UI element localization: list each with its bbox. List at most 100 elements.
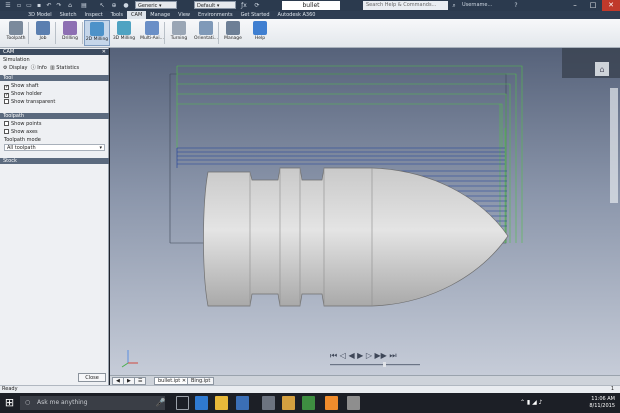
orientation-icon bbox=[199, 21, 213, 35]
app-icon-2[interactable] bbox=[282, 396, 295, 410]
file-explorer-icon[interactable] bbox=[215, 396, 228, 410]
toolpath-mode-select[interactable]: All toolpath ▾ bbox=[4, 144, 105, 151]
close-icon[interactable]: ✕ bbox=[602, 0, 620, 11]
ribbon-label: 3D Milling bbox=[112, 36, 136, 41]
maximize-icon[interactable]: □ bbox=[584, 0, 602, 11]
ribbon-label: Drilling bbox=[61, 36, 79, 41]
user-menu[interactable]: Username... bbox=[462, 1, 510, 10]
stock-section-header[interactable]: Stock bbox=[0, 158, 109, 164]
turning-button[interactable]: Turning bbox=[166, 20, 192, 46]
ribbon-separator bbox=[218, 22, 219, 44]
title-bar: ☰ ▫ ▭ ▪ ↶ ↷ ⌂ ▤ ↖ ⊕ ● Generic ▾ Default … bbox=[0, 0, 620, 11]
color-icon[interactable]: ● bbox=[122, 1, 130, 10]
tray-icons[interactable]: ⌃ ▮ ◢ ♪ bbox=[520, 396, 560, 410]
menu-item-view[interactable]: View bbox=[174, 11, 194, 19]
microphone-icon[interactable]: 🎤 bbox=[154, 396, 167, 410]
toolpath-button[interactable]: Toolpath bbox=[3, 20, 29, 46]
menu-item-tools[interactable]: Tools bbox=[107, 11, 127, 19]
appearance-dropdown[interactable]: Default ▾ bbox=[194, 1, 236, 9]
menu-item-manage[interactable]: Manage bbox=[146, 11, 174, 19]
3d-milling-button[interactable]: 3D Milling bbox=[111, 20, 137, 46]
show-axes-checkbox[interactable]: Show axes bbox=[4, 129, 38, 135]
update-icon[interactable]: ⟳ bbox=[253, 1, 261, 10]
ribbon-separator bbox=[164, 22, 165, 44]
taskbar: ⊞ ○ Ask me anything 🎤 ⌃ ▮ ◢ ♪ 11:06 AM 8… bbox=[0, 393, 620, 413]
workspace-value: Generic bbox=[138, 3, 158, 9]
ribbon-label: Orientati... bbox=[193, 36, 219, 41]
tab-bing[interactable]: Bing.ipt bbox=[187, 377, 215, 385]
tab-statistics[interactable]: ▥ Statistics bbox=[50, 65, 79, 71]
2d-milling-icon bbox=[90, 22, 104, 36]
tab-display[interactable]: ⚙ Display bbox=[3, 65, 28, 71]
tool-section-header[interactable]: Tool bbox=[0, 75, 109, 81]
view-cube bbox=[562, 48, 620, 78]
menu-item-autodesk-a360[interactable]: Autodesk A360 bbox=[274, 11, 320, 19]
taskbar-search-input[interactable]: ○ Ask me anything bbox=[20, 396, 165, 410]
panel-close-icon[interactable]: ✕ bbox=[102, 49, 106, 55]
workspace-dropdown[interactable]: Generic ▾ bbox=[135, 1, 177, 9]
multi-axis-button[interactable]: Multi-Axi... bbox=[139, 20, 165, 46]
show-points-checkbox[interactable]: Show points bbox=[4, 121, 41, 127]
app-icon-1[interactable] bbox=[262, 396, 275, 410]
playback-controls: ⏮ ◁ ◀ ▶ ▷ ▶▶ ⏭ bbox=[330, 351, 420, 367]
manage-button[interactable]: Manage bbox=[220, 20, 246, 46]
home-icon[interactable]: ⌂ bbox=[66, 1, 74, 10]
bullet-part bbox=[203, 167, 509, 307]
menu-item-sketch[interactable]: Sketch bbox=[56, 11, 81, 19]
cam-panel: CAM ✕ Simulation ⚙ Display ⓘ Info ▥ Stat… bbox=[0, 48, 109, 385]
tab-bullet[interactable]: bullet.ipt ✕ bbox=[154, 377, 191, 385]
clock-time: 11:06 AM bbox=[591, 396, 615, 402]
panel-header: CAM ✕ bbox=[0, 49, 109, 55]
select-icon[interactable]: ↖ bbox=[98, 1, 106, 10]
3d-viewport[interactable]: ⌂ ⏮ ◁ ◀ ▶ ▷ ▶▶ ⏭ bbox=[110, 48, 620, 375]
toolpath-section-header[interactable]: Toolpath bbox=[0, 113, 109, 119]
menu-item-get-started[interactable]: Get Started bbox=[237, 11, 274, 19]
2d-milling-button[interactable]: 2D Milling bbox=[84, 20, 110, 46]
window-controls: – □ ✕ bbox=[566, 0, 620, 11]
edge-icon[interactable] bbox=[195, 396, 208, 410]
status-page: 1 bbox=[610, 386, 614, 392]
help-search-input[interactable]: Search Help & Commands... bbox=[363, 1, 448, 10]
ribbon: Toolpath Job Drilling 2D Milling 3D Milling M… bbox=[0, 19, 620, 48]
new-icon[interactable]: ▫ bbox=[15, 1, 23, 10]
menu-bar: 3D Model Sketch Inspect Tools CAM Manage View E… bbox=[0, 11, 620, 19]
print-icon[interactable]: ▤ bbox=[80, 1, 88, 10]
formula-icon[interactable]: ƒx bbox=[240, 1, 248, 10]
ribbon-label: Help bbox=[254, 36, 266, 41]
app-icon-5[interactable] bbox=[347, 396, 360, 410]
ribbon-label: Multi-Axi... bbox=[140, 36, 164, 41]
open-icon[interactable]: ▭ bbox=[25, 1, 33, 10]
task-view-icon[interactable] bbox=[176, 396, 189, 410]
menu-item-cam[interactable]: CAM bbox=[127, 11, 147, 19]
menu-item-inspect[interactable]: Inspect bbox=[81, 11, 107, 19]
close-button[interactable]: Close bbox=[78, 373, 106, 382]
clock[interactable]: 11:06 AM 8/11/2015 bbox=[589, 396, 615, 410]
store-icon[interactable] bbox=[236, 396, 249, 410]
show-transparent-checkbox[interactable]: Show transparent bbox=[4, 99, 55, 105]
tab-info[interactable]: ⓘ Info bbox=[31, 65, 47, 71]
ribbon-label: Manage bbox=[224, 36, 242, 41]
undo-icon[interactable]: ↶ bbox=[45, 1, 53, 10]
minimize-icon[interactable]: – bbox=[566, 0, 584, 11]
show-shaft-checkbox[interactable]: ✓ Show shaft bbox=[4, 83, 39, 90]
menu-item-3d-model[interactable]: 3D Model bbox=[24, 11, 56, 19]
show-holder-checkbox[interactable]: ✓ Show holder bbox=[4, 91, 42, 98]
windows-start-icon[interactable]: ⊞ bbox=[3, 396, 16, 410]
app-icon-4[interactable] bbox=[325, 396, 338, 410]
menu-item-environments[interactable]: Environments bbox=[194, 11, 237, 19]
help-menu-icon[interactable]: ? bbox=[512, 1, 520, 10]
drilling-button[interactable]: Drilling bbox=[57, 20, 83, 46]
app-icon-3[interactable] bbox=[302, 396, 315, 410]
redo-icon[interactable]: ↷ bbox=[55, 1, 63, 10]
measure-icon[interactable]: ⊕ bbox=[110, 1, 118, 10]
help-button[interactable]: Help bbox=[247, 20, 273, 46]
job-button[interactable]: Job bbox=[30, 20, 56, 46]
manage-icon bbox=[226, 21, 240, 35]
tab-menu-icon[interactable]: ☰ bbox=[134, 377, 147, 385]
app-menu-icon[interactable]: ☰ bbox=[3, 1, 13, 10]
save-icon[interactable]: ▪ bbox=[35, 1, 43, 10]
model-scene: ⌂ ⏮ ◁ ◀ ▶ ▷ ▶▶ ⏭ bbox=[121, 48, 620, 368]
cortana-icon: ○ bbox=[25, 399, 31, 406]
search-icon[interactable]: ⌕ bbox=[450, 1, 458, 10]
orientation-button[interactable]: Orientati... bbox=[193, 20, 219, 46]
